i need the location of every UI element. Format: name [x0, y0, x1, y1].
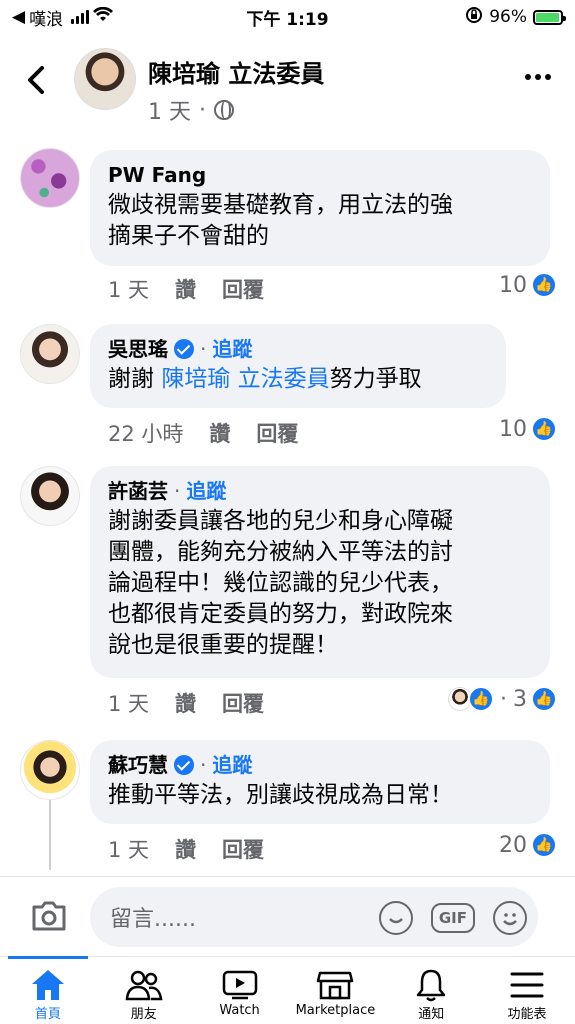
- comment-time: 1 天: [108, 692, 150, 716]
- nav-label: 通知: [418, 1007, 445, 1022]
- commenter-avatar[interactable]: [20, 740, 80, 800]
- status-bar: ◀ 嘆浪 下午 1:19 96%: [0, 0, 575, 34]
- nav-label: 功能表: [507, 1007, 547, 1022]
- post-header: 陳培瑜 立法委員 1 天 ·: [0, 40, 575, 130]
- comment-text: 謝謝: [108, 366, 162, 392]
- comment-time: 1 天: [108, 278, 150, 302]
- battery-icon: [533, 9, 566, 25]
- commenter-name[interactable]: 吳思瑤: [108, 336, 168, 362]
- author-name[interactable]: 陳培瑜 立法委員: [148, 54, 324, 89]
- nav-watch[interactable]: Watch: [192, 957, 288, 1024]
- nav-label: 首頁: [34, 1007, 61, 1022]
- battery-percent: 96%: [489, 7, 527, 27]
- comment-text-line: 微歧視需要基礎教育，用立法的強: [108, 192, 453, 218]
- bell-icon: [414, 967, 448, 1003]
- mention-link[interactable]: 陳培瑜 立法委員: [161, 366, 329, 392]
- follow-button[interactable]: 追蹤: [212, 752, 252, 778]
- comment-text-line: 謝謝委員讓各地的兒少和身心障礙: [108, 508, 453, 534]
- back-arrow-small-icon: ◀: [12, 7, 26, 27]
- comment-composer: 留言...... GIF: [0, 876, 575, 956]
- reply-button[interactable]: 回覆: [222, 274, 264, 304]
- thumbs-up-icon: 👍: [531, 272, 557, 298]
- rotation-lock-icon: [465, 6, 483, 29]
- commenter-avatar[interactable]: [20, 148, 80, 208]
- verified-badge-icon: [174, 339, 194, 359]
- comment-bubble[interactable]: 吳思瑤 · 追蹤 謝謝 陳培瑜 立法委員努力爭取: [90, 324, 506, 408]
- globe-icon: [214, 100, 234, 120]
- comment-text-line: 摘果子不會甜的: [108, 223, 269, 249]
- commenter-name[interactable]: 許菡芸: [108, 478, 168, 504]
- commenter-avatar[interactable]: [20, 324, 80, 384]
- comment-text-line: 團體，能夠充分被納入平等法的討: [108, 539, 453, 565]
- reply-button[interactable]: 回覆: [222, 834, 264, 864]
- comment-text-line: 論過程中！幾位認識的兒少代表，: [108, 570, 453, 596]
- nav-label: Watch: [219, 1003, 260, 1018]
- like-button[interactable]: 讚: [175, 274, 196, 304]
- commenter-name[interactable]: 蘇巧慧: [108, 752, 168, 778]
- like-button[interactable]: 讚: [175, 688, 196, 718]
- thread-line: [49, 800, 51, 870]
- watch-icon: [221, 967, 259, 1003]
- commenter-avatar[interactable]: [20, 466, 80, 526]
- comment-time: 22 小時: [108, 422, 184, 446]
- nav-marketplace[interactable]: Marketplace: [287, 957, 383, 1024]
- thumbs-up-icon: 👍: [531, 416, 557, 442]
- comment-bubble[interactable]: 蘇巧慧 · 追蹤 推動平等法，別讓歧視成為日常！: [90, 740, 550, 824]
- camera-icon[interactable]: [30, 899, 68, 933]
- post-meta: 1 天 ·: [148, 94, 234, 126]
- reaction-count: 20: [499, 832, 527, 858]
- nav-friends[interactable]: 朋友: [96, 957, 192, 1024]
- more-options-button[interactable]: [525, 74, 551, 80]
- wifi-icon: [93, 6, 114, 28]
- comment-text: 努力爭取: [329, 366, 422, 392]
- bottom-nav: 首頁 朋友 Watch Marketplace 通知 功能表: [0, 956, 575, 1024]
- reaction-summary[interactable]: 10 👍: [499, 416, 557, 442]
- post-time: 1 天: [148, 100, 191, 125]
- follow-button[interactable]: 追蹤: [186, 478, 226, 504]
- friends-icon: [125, 967, 163, 1003]
- carrier-label: 嘆浪: [29, 9, 64, 30]
- nav-menu[interactable]: 功能表: [479, 957, 575, 1024]
- author-avatar[interactable]: [74, 48, 136, 110]
- like-button[interactable]: 讚: [175, 834, 196, 864]
- reply-button[interactable]: 回覆: [222, 688, 264, 718]
- comment-text-line: 說也是很重要的提醒！: [108, 632, 338, 658]
- nav-label: Marketplace: [295, 1003, 376, 1018]
- like-button[interactable]: 讚: [209, 418, 230, 448]
- thumbs-up-icon: 👍: [468, 686, 494, 712]
- comment-bubble[interactable]: PW Fang 微歧視需要基礎教育，用立法的強 摘果子不會甜的: [90, 150, 550, 266]
- comment-text-line: 也都很肯定委員的努力，對政院來: [108, 601, 453, 627]
- marketplace-icon: [316, 967, 354, 1003]
- emoji-icon[interactable]: [493, 901, 527, 935]
- commenter-name[interactable]: PW Fang: [108, 162, 206, 188]
- reaction-summary[interactable]: 👍 · 3 👍: [448, 686, 557, 712]
- reaction-summary[interactable]: 10 👍: [499, 272, 557, 298]
- meta-separator: ·: [199, 97, 206, 123]
- follow-button[interactable]: 追蹤: [212, 336, 252, 362]
- sticker-icon[interactable]: [378, 901, 413, 935]
- nav-home[interactable]: 首頁: [0, 956, 96, 1024]
- clock: 下午 1:19: [246, 9, 329, 30]
- reaction-count: 10: [499, 272, 527, 298]
- comment-text-line: 推動平等法，別讓歧視成為日常！: [108, 782, 453, 808]
- gif-button[interactable]: GIF: [430, 903, 475, 933]
- comment-time: 1 天: [108, 838, 150, 862]
- thumbs-up-icon: 👍: [531, 686, 557, 712]
- reaction-count: 10: [499, 416, 527, 442]
- reaction-summary[interactable]: 20 👍: [499, 832, 557, 858]
- nav-label: 朋友: [130, 1007, 157, 1022]
- menu-icon: [510, 967, 544, 1003]
- reply-button[interactable]: 回覆: [256, 418, 298, 448]
- reaction-count: 3: [513, 686, 527, 712]
- back-button[interactable]: [22, 64, 50, 96]
- verified-badge-icon: [174, 755, 194, 775]
- nav-notifications[interactable]: 通知: [383, 957, 479, 1024]
- thumbs-up-icon: 👍: [531, 832, 557, 858]
- signal-icon: [71, 10, 90, 24]
- home-icon: [30, 967, 66, 1003]
- chevron-left-icon: [28, 66, 44, 94]
- comment-bubble[interactable]: 許菡芸 · 追蹤 謝謝委員讓各地的兒少和身心障礙 團體，能夠充分被納入平等法的討…: [90, 466, 550, 678]
